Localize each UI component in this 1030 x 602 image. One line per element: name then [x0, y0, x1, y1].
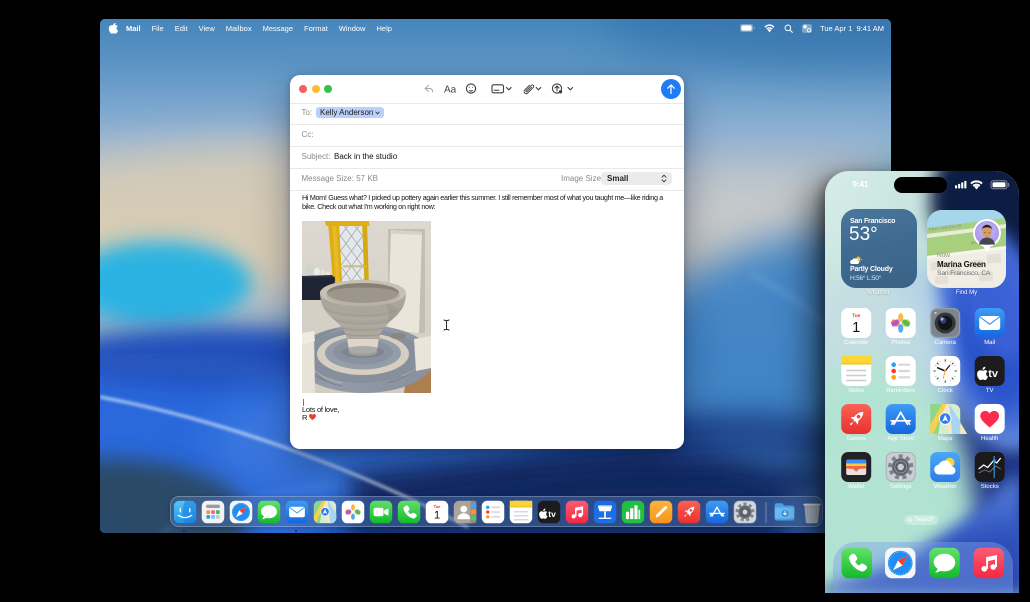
svg-text:App Store: App Store: [887, 435, 914, 442]
svg-text:Photos: Photos: [891, 339, 910, 346]
svg-text:1: 1: [852, 320, 860, 336]
svg-text:Clock: Clock: [937, 387, 953, 394]
svg-text:Maps: Maps: [937, 435, 952, 442]
svg-text:Calendar: Calendar: [844, 339, 868, 346]
svg-text:Camera: Camera: [934, 339, 956, 346]
svg-text:tv: tv: [548, 509, 556, 519]
svg-text:Reminders: Reminders: [886, 387, 915, 394]
svg-text:Games: Games: [846, 435, 865, 442]
svg-text:tv: tv: [988, 368, 999, 380]
svg-text:Tue: Tue: [851, 313, 860, 319]
svg-text:Tue: Tue: [434, 504, 442, 509]
svg-text:TV: TV: [985, 387, 993, 394]
svg-text:1: 1: [434, 510, 440, 522]
svg-text:Settings: Settings: [889, 483, 911, 490]
svg-text:Aa: Aa: [444, 84, 457, 95]
svg-text:Notes: Notes: [848, 387, 864, 394]
svg-text:Wallet: Wallet: [847, 483, 864, 490]
svg-text:Weather: Weather: [933, 483, 956, 490]
svg-text:Mail: Mail: [984, 339, 995, 346]
svg-text:Stocks: Stocks: [980, 483, 998, 490]
svg-text:Health: Health: [981, 435, 998, 442]
